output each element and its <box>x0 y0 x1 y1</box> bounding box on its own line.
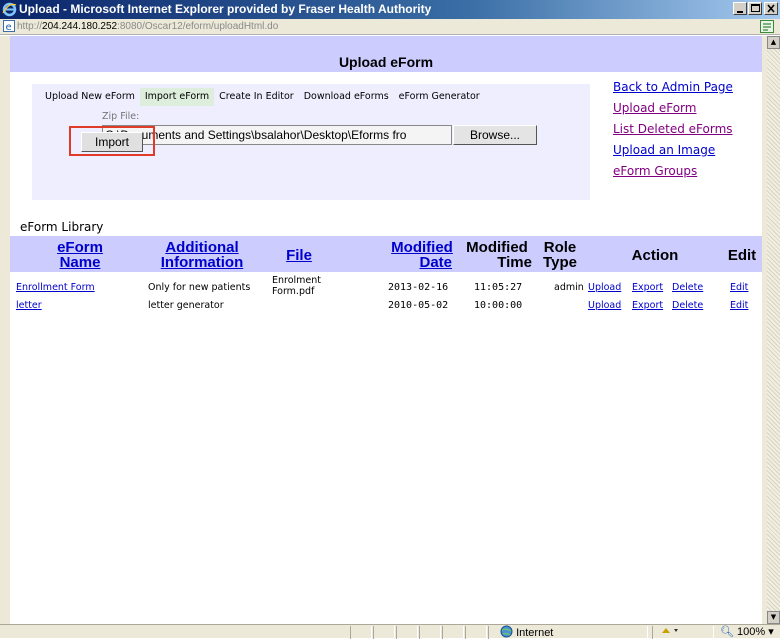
delete-link[interactable]: Delete <box>672 300 703 311</box>
upload-image-link[interactable]: Upload an Image <box>613 141 763 162</box>
column-action: Action <box>631 247 679 264</box>
modified-date: 2010-05-02 <box>388 300 449 311</box>
zip-file-label: Zip File: <box>102 111 140 122</box>
edit-link[interactable]: Edit <box>730 282 748 293</box>
status-segment <box>373 626 395 639</box>
minimize-button[interactable] <box>733 2 747 15</box>
import-highlight-box: Import <box>69 126 155 156</box>
internet-explorer-icon <box>2 2 17 17</box>
column-edit: Edit <box>727 247 757 264</box>
column-file[interactable]: File <box>264 248 334 263</box>
column-role-type: Role Type <box>543 239 577 271</box>
import-button[interactable]: Import <box>81 132 143 152</box>
close-icon <box>767 4 775 13</box>
vertical-scrollbar[interactable]: ▲ ▼ <box>767 36 780 624</box>
minimize-icon <box>737 11 743 13</box>
page-icon: e <box>3 20 15 32</box>
scroll-down-icon[interactable]: ▼ <box>767 611 780 624</box>
upload-tabs: Upload New eForm Import eForm Create In … <box>40 88 485 106</box>
status-segment <box>350 626 372 639</box>
page-content: Upload eForm Upload New eForm Import eFo… <box>10 36 762 624</box>
delete-link[interactable]: Delete <box>672 282 703 293</box>
status-segment <box>396 626 418 639</box>
column-modified-date[interactable]: Modified Date <box>386 240 458 270</box>
eform-groups-link[interactable]: eForm Groups <box>613 162 763 183</box>
header-band <box>10 36 762 52</box>
browse-button[interactable]: Browse... <box>453 125 537 145</box>
chevron-down-icon: ▾ <box>768 626 774 638</box>
column-modified-time: Modified Time <box>466 239 532 271</box>
upload-eform-link[interactable]: Upload eForm <box>613 99 763 120</box>
upload-link[interactable]: Upload <box>588 282 621 293</box>
window-frame-left <box>0 36 10 624</box>
upload-link[interactable]: Upload <box>588 300 621 311</box>
status-segment <box>465 626 487 639</box>
table-row: letter letter generator 2010-05-02 10:00… <box>10 298 762 312</box>
list-deleted-eforms-link[interactable]: List Deleted eForms <box>613 120 763 141</box>
security-zone: Internet <box>500 625 553 639</box>
tab-import-eform[interactable]: Import eForm <box>139 88 215 106</box>
status-bar: Internet 🔍︎ 100% ▾ <box>0 624 780 639</box>
tab-create-in-editor[interactable]: Create In Editor <box>214 88 299 106</box>
compatibility-view-icon[interactable] <box>760 20 774 33</box>
additional-info: letter generator <box>148 300 224 311</box>
svg-text:e: e <box>6 22 12 32</box>
modified-date: 2013-02-16 <box>388 282 449 293</box>
status-segment <box>442 626 464 639</box>
tab-download-eforms[interactable]: Download eForms <box>299 88 394 106</box>
column-eform-name[interactable]: eForm Name <box>16 240 144 270</box>
eform-library-title: eForm Library <box>20 220 104 234</box>
page-title: Upload eForm <box>10 52 762 72</box>
zoom-control[interactable]: 🔍︎ 100% ▾ <box>720 625 774 638</box>
url-text: http://204.244.180.252:8080/Oscar12/efor… <box>17 21 279 32</box>
role-type: admin <box>554 282 584 293</box>
column-additional-information[interactable]: Additional Information <box>144 240 260 270</box>
modified-time: 11:05:27 <box>474 282 523 293</box>
zoom-icon: 🔍︎ <box>720 626 734 638</box>
edit-link[interactable]: Edit <box>730 300 748 311</box>
export-link[interactable]: Export <box>632 300 663 311</box>
export-link[interactable]: Export <box>632 282 663 293</box>
additional-info: Only for new patients <box>148 282 251 293</box>
scroll-up-icon[interactable]: ▲ <box>767 36 780 49</box>
table-row: Enrollment Form Only for new patients En… <box>10 274 762 298</box>
window-title: Upload - Microsoft Internet Explorer pro… <box>19 2 432 16</box>
eform-name-link[interactable]: letter <box>16 300 42 311</box>
library-table-header: eForm Name Additional Information File M… <box>10 236 762 272</box>
maximize-button[interactable] <box>748 2 762 15</box>
window-titlebar: Upload - Microsoft Internet Explorer pro… <box>0 0 780 19</box>
close-button[interactable] <box>764 2 778 15</box>
address-bar[interactable]: e http://204.244.180.252:8080/Oscar12/ef… <box>0 19 780 35</box>
globe-icon <box>500 625 513 638</box>
status-segment <box>419 626 441 639</box>
side-links: Back to Admin Page Upload eForm List Del… <box>613 78 763 183</box>
modified-time: 10:00:00 <box>474 300 523 311</box>
maximize-icon <box>751 4 760 12</box>
eform-name-link[interactable]: Enrollment Form <box>16 282 95 293</box>
tab-eform-generator[interactable]: eForm Generator <box>394 88 485 106</box>
tab-upload-new-eform[interactable]: Upload New eForm <box>40 88 140 106</box>
file-name: Enrolment Form.pdf <box>272 275 322 297</box>
back-to-admin-link[interactable]: Back to Admin Page <box>613 78 763 99</box>
